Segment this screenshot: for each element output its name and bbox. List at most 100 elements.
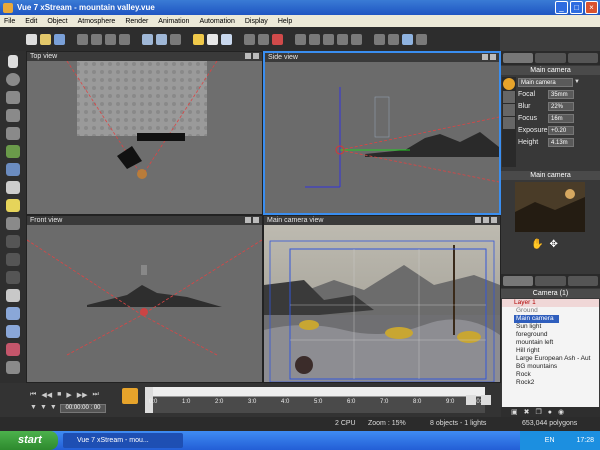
clouds-icon[interactable] (207, 33, 218, 45)
forward-end-icon[interactable]: ⏭ (93, 391, 99, 399)
text-icon[interactable] (6, 217, 20, 230)
camera-viewport-canvas[interactable] (264, 225, 500, 382)
cut-tool-icon[interactable] (6, 361, 20, 374)
move-arrows-icon[interactable]: ✥ (549, 239, 557, 250)
rock-icon[interactable] (6, 127, 20, 140)
task-vue[interactable]: Vue 7 xStream - mou... (63, 433, 183, 448)
select-tool-icon[interactable] (8, 55, 18, 68)
delete-layer-icon[interactable]: ✖ (524, 408, 530, 416)
side-viewport[interactable]: Side view (263, 51, 501, 215)
timeline-options-icon[interactable] (481, 395, 491, 405)
tree-item-main-camera[interactable]: Main camera (516, 315, 554, 322)
tree-item-rock2[interactable]: Rock2 (516, 379, 534, 386)
redo-icon[interactable] (156, 33, 167, 45)
move-icon[interactable] (6, 289, 20, 302)
time-field[interactable]: 00:00:00 : 00 (60, 404, 106, 413)
camera-focus-icon[interactable] (503, 117, 515, 129)
rewind-icon[interactable]: ⏮ (30, 391, 36, 399)
visibility-icon[interactable]: ◉ (558, 408, 564, 416)
delete-icon[interactable] (119, 33, 130, 45)
render-icon[interactable] (309, 33, 320, 45)
drop-icon[interactable] (170, 33, 181, 45)
prop-focal-value[interactable]: 35mm (548, 89, 574, 99)
water-icon[interactable] (6, 163, 20, 176)
camera-motion-icon[interactable] (503, 91, 515, 103)
top-viewport-canvas[interactable] (27, 60, 262, 214)
tab-layers[interactable] (503, 276, 534, 286)
keyframe-icon[interactable]: ▼ (30, 404, 37, 411)
camera-aspect-icon[interactable] (503, 78, 515, 90)
settings-icon[interactable] (416, 33, 427, 45)
terrain-icon[interactable] (6, 91, 20, 104)
keyframe-icon[interactable]: ▼ (40, 404, 47, 411)
prop-exposure-value[interactable]: +0.20 (548, 125, 574, 135)
tree-item-sun-light[interactable]: Sun light (516, 323, 541, 330)
zoom-fit-icon[interactable] (351, 33, 362, 45)
undo-icon[interactable] (142, 33, 153, 45)
color-picker-icon[interactable] (272, 33, 283, 45)
gizmo-icon[interactable] (258, 33, 269, 45)
link-icon[interactable] (122, 388, 138, 404)
step-back-icon[interactable]: ◀◀ (41, 391, 52, 399)
view-options-icon[interactable] (388, 33, 399, 45)
menu-render[interactable]: Render (125, 18, 148, 25)
pan-hand-icon[interactable]: ✋ (531, 239, 543, 250)
lock-icon[interactable]: ● (548, 409, 552, 416)
camera-viewport[interactable]: Main camera view (263, 215, 501, 383)
scale-icon[interactable] (6, 325, 20, 338)
save-icon[interactable] (54, 33, 65, 45)
new-layer-icon[interactable]: ▣ (511, 408, 518, 416)
menu-help[interactable]: Help (278, 18, 292, 25)
close-button[interactable]: × (585, 1, 598, 14)
front-viewport[interactable]: Front view (26, 215, 263, 383)
keyframe-icon[interactable]: ▼ (50, 404, 57, 411)
light-icon[interactable] (6, 199, 20, 212)
tree-item-european-ash[interactable]: Large European Ash - Aut (516, 355, 590, 362)
maximize-viewport-icon[interactable] (253, 217, 259, 223)
camera-icon[interactable] (295, 33, 306, 45)
menu-edit[interactable]: Edit (25, 18, 37, 25)
open-file-icon[interactable] (40, 33, 51, 45)
camera-link-icon[interactable] (503, 104, 515, 116)
minimize-button[interactable]: _ (555, 1, 568, 14)
maximize-viewport-icon[interactable] (253, 53, 259, 59)
cut-icon[interactable] (77, 33, 88, 45)
prop-focus-value[interactable]: 16m (548, 113, 574, 123)
rotate-icon[interactable] (6, 307, 20, 320)
menu-atmosphere[interactable]: Atmosphere (78, 18, 116, 25)
chevron-down-icon[interactable]: ▼ (574, 79, 580, 85)
tab-settings[interactable] (567, 53, 598, 63)
tab-lens[interactable] (535, 53, 566, 63)
tab-materials[interactable] (567, 276, 598, 286)
atmosphere-icon[interactable] (221, 33, 232, 45)
menu-animation[interactable]: Animation (158, 18, 189, 25)
maximize-button[interactable]: □ (570, 1, 583, 14)
top-viewport[interactable]: Top view (26, 51, 263, 215)
timeline-track[interactable]: 0:0 1:0 2:0 3:0 4:0 5:0 6:0 7:0 8:0 9:0 … (145, 387, 485, 413)
step-forward-icon[interactable]: ▶▶ (77, 391, 88, 399)
menu-display[interactable]: Display (245, 18, 268, 25)
viewport-menu-icon[interactable] (482, 54, 488, 60)
layer-tree[interactable]: Layer 1 Ground Main camera Sun light for… (502, 299, 599, 407)
maximize-viewport-icon[interactable] (483, 217, 489, 223)
start-button[interactable]: start (0, 431, 58, 450)
tab-objects[interactable] (535, 276, 566, 286)
cloud-icon[interactable] (6, 181, 20, 194)
tree-item-rock[interactable]: Rock (516, 371, 531, 378)
grid-icon[interactable] (374, 33, 385, 45)
menu-object[interactable]: Object (47, 18, 67, 25)
zoom-in-icon[interactable] (323, 33, 334, 45)
metablob-icon[interactable] (6, 253, 20, 266)
sphere-icon[interactable] (6, 73, 20, 86)
tree-item-bg-mountains[interactable]: BG mountains (516, 363, 557, 370)
plant-icon[interactable] (6, 145, 20, 158)
front-viewport-canvas[interactable] (27, 225, 262, 382)
menu-file[interactable]: File (4, 18, 15, 25)
language-indicator[interactable]: EN (545, 437, 555, 444)
prop-blur-value[interactable]: 22% (548, 101, 574, 111)
play-icon[interactable]: ▶ (66, 391, 71, 399)
zoom-out-icon[interactable] (337, 33, 348, 45)
maximize-viewport-icon[interactable] (491, 217, 497, 223)
stop-icon[interactable]: ■ (57, 391, 61, 399)
viewport-menu-icon[interactable] (475, 217, 481, 223)
